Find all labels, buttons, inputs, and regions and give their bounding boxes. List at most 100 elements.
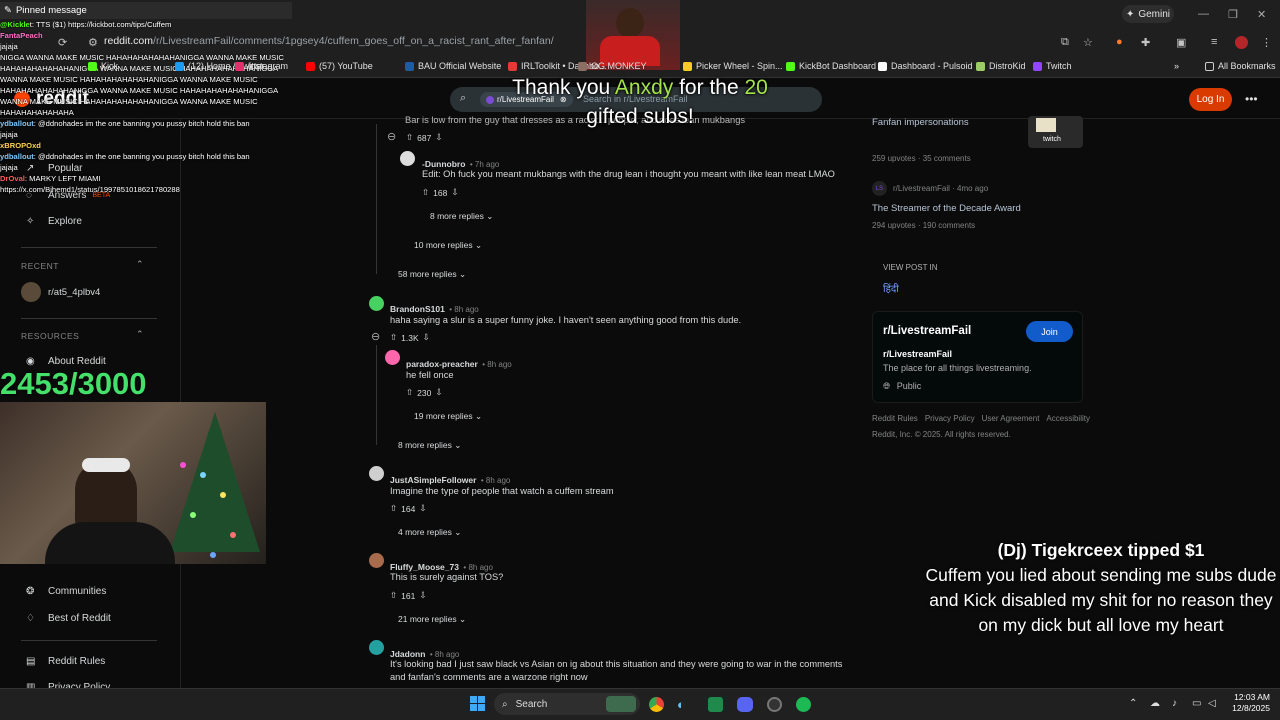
vote-control[interactable]: ⇧ 164 ⇩	[390, 503, 426, 514]
volume-icon[interactable]: ◁	[1208, 698, 1216, 709]
extensions-puzzle-icon[interactable]: ✚	[1141, 36, 1150, 49]
gemini-button[interactable]: ✦ Gemini	[1122, 5, 1174, 23]
footer-link[interactable]: Reddit Rules	[872, 414, 918, 423]
install-app-icon[interactable]: ⧉	[1061, 36, 1069, 49]
downvote-icon[interactable]: ⇩	[451, 187, 458, 198]
extension-icon[interactable]: ●	[1116, 36, 1123, 48]
chrome-taskbar-icon[interactable]	[649, 697, 664, 712]
language-link[interactable]: हिंदी	[883, 281, 899, 295]
monitor-icon[interactable]: ▭	[1192, 698, 1201, 709]
footer-link[interactable]: Accessibility	[1046, 414, 1090, 423]
bookmark-star-icon[interactable]: ☆	[1083, 36, 1093, 49]
footer-link[interactable]: User Agreement	[982, 414, 1040, 423]
vote-control[interactable]: ⇧ 1.3K ⇩	[390, 332, 430, 343]
app-taskbar-icon[interactable]	[708, 697, 723, 712]
cloud-icon[interactable]: ☁	[1150, 698, 1160, 709]
comment-author[interactable]: Fluffy_Moose_73	[390, 562, 459, 572]
comment-author[interactable]: paradox-preacher	[406, 359, 478, 369]
bookmark-item[interactable]: OG MONKEY	[578, 61, 647, 71]
related-post-title[interactable]: The Streamer of the Decade Award	[872, 203, 1021, 214]
comment-author[interactable]: BrandonS101	[390, 304, 445, 314]
downvote-icon[interactable]: ⇩	[435, 387, 442, 398]
user-avatar[interactable]	[400, 151, 415, 166]
mic-icon[interactable]: ♪	[1172, 698, 1177, 709]
steam-taskbar-icon[interactable]: ◐	[677, 697, 685, 712]
login-button[interactable]: Log In	[1189, 88, 1232, 111]
comment-author[interactable]: Jdadonn	[390, 649, 425, 659]
bookmark-item[interactable]: Picker Wheel - Spin...	[683, 61, 783, 71]
user-avatar[interactable]	[369, 553, 384, 568]
maximize-button[interactable]: ❐	[1228, 8, 1238, 21]
sidebar-item-best[interactable]: ♢ Best of Reddit	[26, 613, 111, 624]
search-icon: ⌕	[502, 698, 508, 710]
bookmark-item[interactable]: BAU Official Website	[405, 61, 501, 71]
user-avatar[interactable]	[369, 640, 384, 655]
bookmarks-overflow-icon[interactable]: »	[1174, 61, 1179, 71]
join-button[interactable]: Join	[1026, 321, 1073, 342]
obs-taskbar-icon[interactable]	[767, 697, 782, 712]
upvote-icon[interactable]: ⇧	[406, 132, 413, 143]
chat-text: : MARKY LEFT MIAMI	[24, 174, 101, 183]
comment-author[interactable]: JustASimpleFollower	[390, 475, 476, 485]
windows-start-icon[interactable]	[470, 696, 485, 711]
user-avatar[interactable]	[385, 350, 400, 365]
more-replies-button[interactable]: 4 more replies ⌄	[398, 527, 461, 538]
comment-author[interactable]: -Dunnobro	[422, 159, 465, 169]
related-post-title[interactable]: Fanfan impersonations	[872, 117, 969, 128]
collapse-icon[interactable]: ⊖	[371, 330, 380, 343]
more-replies-button[interactable]: 21 more replies ⌄	[398, 614, 466, 625]
more-replies-button[interactable]: 19 more replies ⌄	[414, 411, 482, 422]
vote-control[interactable]: ⇧ 230 ⇩	[406, 387, 442, 398]
vote-control[interactable]: ⇧ 161 ⇩	[390, 590, 426, 601]
tray-overflow-icon[interactable]: ⌃	[1129, 698, 1137, 709]
user-avatar[interactable]	[369, 466, 384, 481]
recent-heading[interactable]: RECENT	[21, 261, 59, 271]
all-bookmarks-button[interactable]: All Bookmarks	[1205, 61, 1276, 71]
bookmark-item[interactable]: Dashboard - Pulsoid	[878, 61, 973, 71]
spotify-taskbar-icon[interactable]	[796, 697, 811, 712]
browser-menu-icon[interactable]: ⋮	[1261, 36, 1272, 49]
post-subreddit[interactable]: r/LivestreamFail · 4mo ago	[893, 184, 988, 193]
upvote-icon[interactable]: ⇧	[406, 387, 413, 398]
recent-community-link[interactable]: r/at5_4plbv4	[48, 287, 100, 298]
bookmark-item[interactable]: DistroKid	[976, 61, 1026, 71]
footer-link[interactable]: Privacy Policy	[925, 414, 975, 423]
sidebar-item-communities[interactable]: ❂ Communities	[26, 586, 106, 597]
more-replies-button[interactable]: 10 more replies ⌄	[414, 240, 482, 251]
upvote-icon[interactable]: ⇧	[390, 590, 397, 601]
community-card-title[interactable]: r/LivestreamFail	[883, 325, 971, 337]
profile-avatar[interactable]	[1235, 36, 1248, 49]
collapse-icon[interactable]: ⊖	[387, 130, 396, 143]
bookmark-item[interactable]: KickBot Dashboard	[786, 61, 876, 71]
more-replies-button[interactable]: 8 more replies ⌄	[398, 440, 461, 451]
chevron-up-icon[interactable]: ⌃	[136, 259, 144, 270]
upvote-icon[interactable]: ⇧	[390, 503, 397, 514]
downvote-icon[interactable]: ⇩	[423, 332, 430, 343]
downvote-icon[interactable]: ⇩	[419, 590, 426, 601]
sidebar-item-rules[interactable]: ▤ Reddit Rules	[26, 656, 105, 667]
chevron-up-icon[interactable]: ⌃	[136, 329, 144, 340]
tab-search-icon[interactable]: ≡	[1211, 36, 1217, 48]
bookmark-item[interactable]: Kick	[88, 61, 118, 71]
downvote-icon[interactable]: ⇩	[435, 132, 442, 143]
downvote-icon[interactable]: ⇩	[419, 503, 426, 514]
bookmark-item[interactable]: Instagram	[235, 61, 288, 71]
more-options-icon[interactable]: •••	[1245, 92, 1258, 106]
upvote-icon[interactable]: ⇧	[422, 187, 429, 198]
comment-time: • 8h ago	[463, 563, 493, 572]
more-replies-button[interactable]: 8 more replies ⌄	[430, 211, 493, 222]
discord-taskbar-icon[interactable]	[737, 697, 753, 712]
vote-control[interactable]: ⇧ 168 ⇩	[422, 187, 458, 198]
vote-control[interactable]: ⇧ 687 ⇩	[406, 132, 442, 143]
minimize-button[interactable]: —	[1198, 8, 1209, 20]
sidepanel-icon[interactable]: ▣	[1176, 36, 1186, 49]
bookmark-favicon-icon	[976, 61, 985, 71]
close-window-button[interactable]: ✕	[1257, 8, 1266, 21]
more-replies-button[interactable]: 58 more replies ⌄	[398, 269, 466, 280]
bookmark-item[interactable]: (57) YouTube	[306, 61, 373, 71]
taskbar-clock[interactable]: 12:03 AM 12/8/2025	[1226, 692, 1270, 714]
user-avatar[interactable]	[369, 296, 384, 311]
bookmark-item[interactable]: Twitch	[1033, 61, 1072, 71]
resources-heading[interactable]: RESOURCES	[21, 331, 79, 341]
upvote-icon[interactable]: ⇧	[390, 332, 397, 343]
